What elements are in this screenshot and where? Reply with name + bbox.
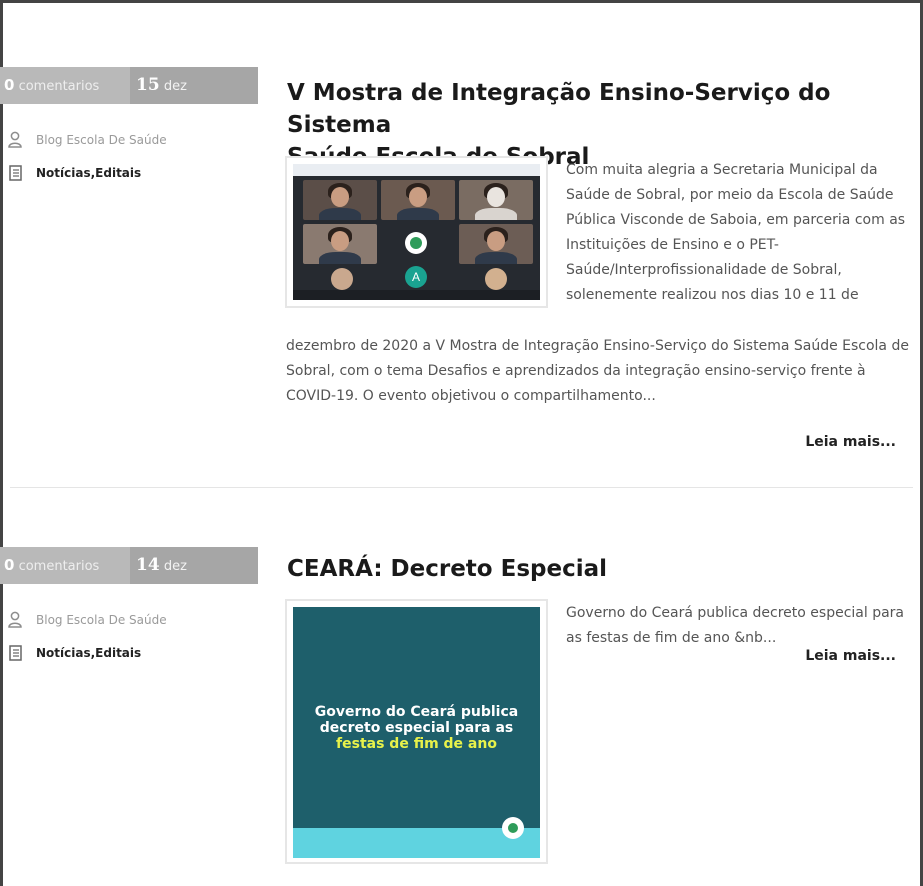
post-date: 15 dez bbox=[130, 67, 258, 104]
post-divider bbox=[10, 487, 913, 488]
post-thumbnail[interactable]: A bbox=[285, 156, 548, 308]
comments-count[interactable]: 0 comentarios bbox=[0, 547, 130, 584]
decree-image: Governo do Ceará publica decreto especia… bbox=[293, 607, 540, 858]
author-link[interactable]: Blog Escola De Saúde bbox=[36, 133, 167, 147]
post-author: Blog Escola De Saúde bbox=[8, 131, 167, 149]
post-categories: Notícias, Editais bbox=[8, 164, 141, 182]
post-day: 15 bbox=[136, 75, 160, 95]
post-thumbnail[interactable]: Governo do Ceará publica decreto especia… bbox=[285, 599, 548, 864]
category-link-noticias[interactable]: Notícias bbox=[36, 646, 91, 660]
post-day: 14 bbox=[136, 555, 160, 575]
comments-number: 0 bbox=[4, 76, 15, 94]
post-excerpt-continued: dezembro de 2020 a V Mostra de Integraçã… bbox=[286, 338, 909, 404]
user-icon bbox=[8, 611, 24, 629]
decree-line2: decreto especial para as bbox=[319, 720, 514, 736]
author-link[interactable]: Blog Escola De Saúde bbox=[36, 613, 167, 627]
user-icon bbox=[8, 131, 24, 149]
government-logo-icon bbox=[502, 817, 524, 839]
post-month: dez bbox=[163, 559, 187, 574]
read-more-link[interactable]: Leia mais... bbox=[805, 434, 896, 450]
video-call-image: A bbox=[293, 164, 540, 300]
post-title-line1: V Mostra de Integração Ensino-Serviço do… bbox=[287, 80, 831, 138]
post-excerpt: Governo do Ceará publica decreto especia… bbox=[566, 605, 904, 646]
decree-image-text: Governo do Ceará publica decreto especia… bbox=[293, 704, 540, 752]
post-month: dez bbox=[163, 79, 187, 94]
post-excerpt: Com muita alegria a Secretaria Municipal… bbox=[566, 162, 906, 303]
decree-line3: festas de fim de ano bbox=[336, 736, 497, 752]
category-link-editais[interactable]: Editais bbox=[95, 646, 141, 660]
post-title[interactable]: CEARÁ: Decreto Especial bbox=[287, 553, 917, 585]
decree-line1: Governo do Ceará publica bbox=[314, 704, 519, 720]
comments-count[interactable]: 0 comentarios bbox=[0, 67, 130, 104]
post-date: 14 dez bbox=[130, 547, 258, 584]
post-author: Blog Escola De Saúde bbox=[8, 611, 167, 629]
comments-number: 0 bbox=[4, 556, 15, 574]
category-link-editais[interactable]: Editais bbox=[95, 166, 141, 180]
comments-label: comentarios bbox=[18, 559, 100, 574]
read-more-link[interactable]: Leia mais... bbox=[805, 648, 896, 664]
document-icon bbox=[8, 164, 24, 182]
comments-label: comentarios bbox=[18, 79, 100, 94]
post-categories: Notícias, Editais bbox=[8, 644, 141, 662]
avatar: A bbox=[405, 266, 427, 288]
post-meta-bar: 0 comentarios 14 dez bbox=[0, 547, 258, 584]
category-link-noticias[interactable]: Notícias bbox=[36, 166, 91, 180]
post-meta-bar: 0 comentarios 15 dez bbox=[0, 67, 258, 104]
document-icon bbox=[8, 644, 24, 662]
